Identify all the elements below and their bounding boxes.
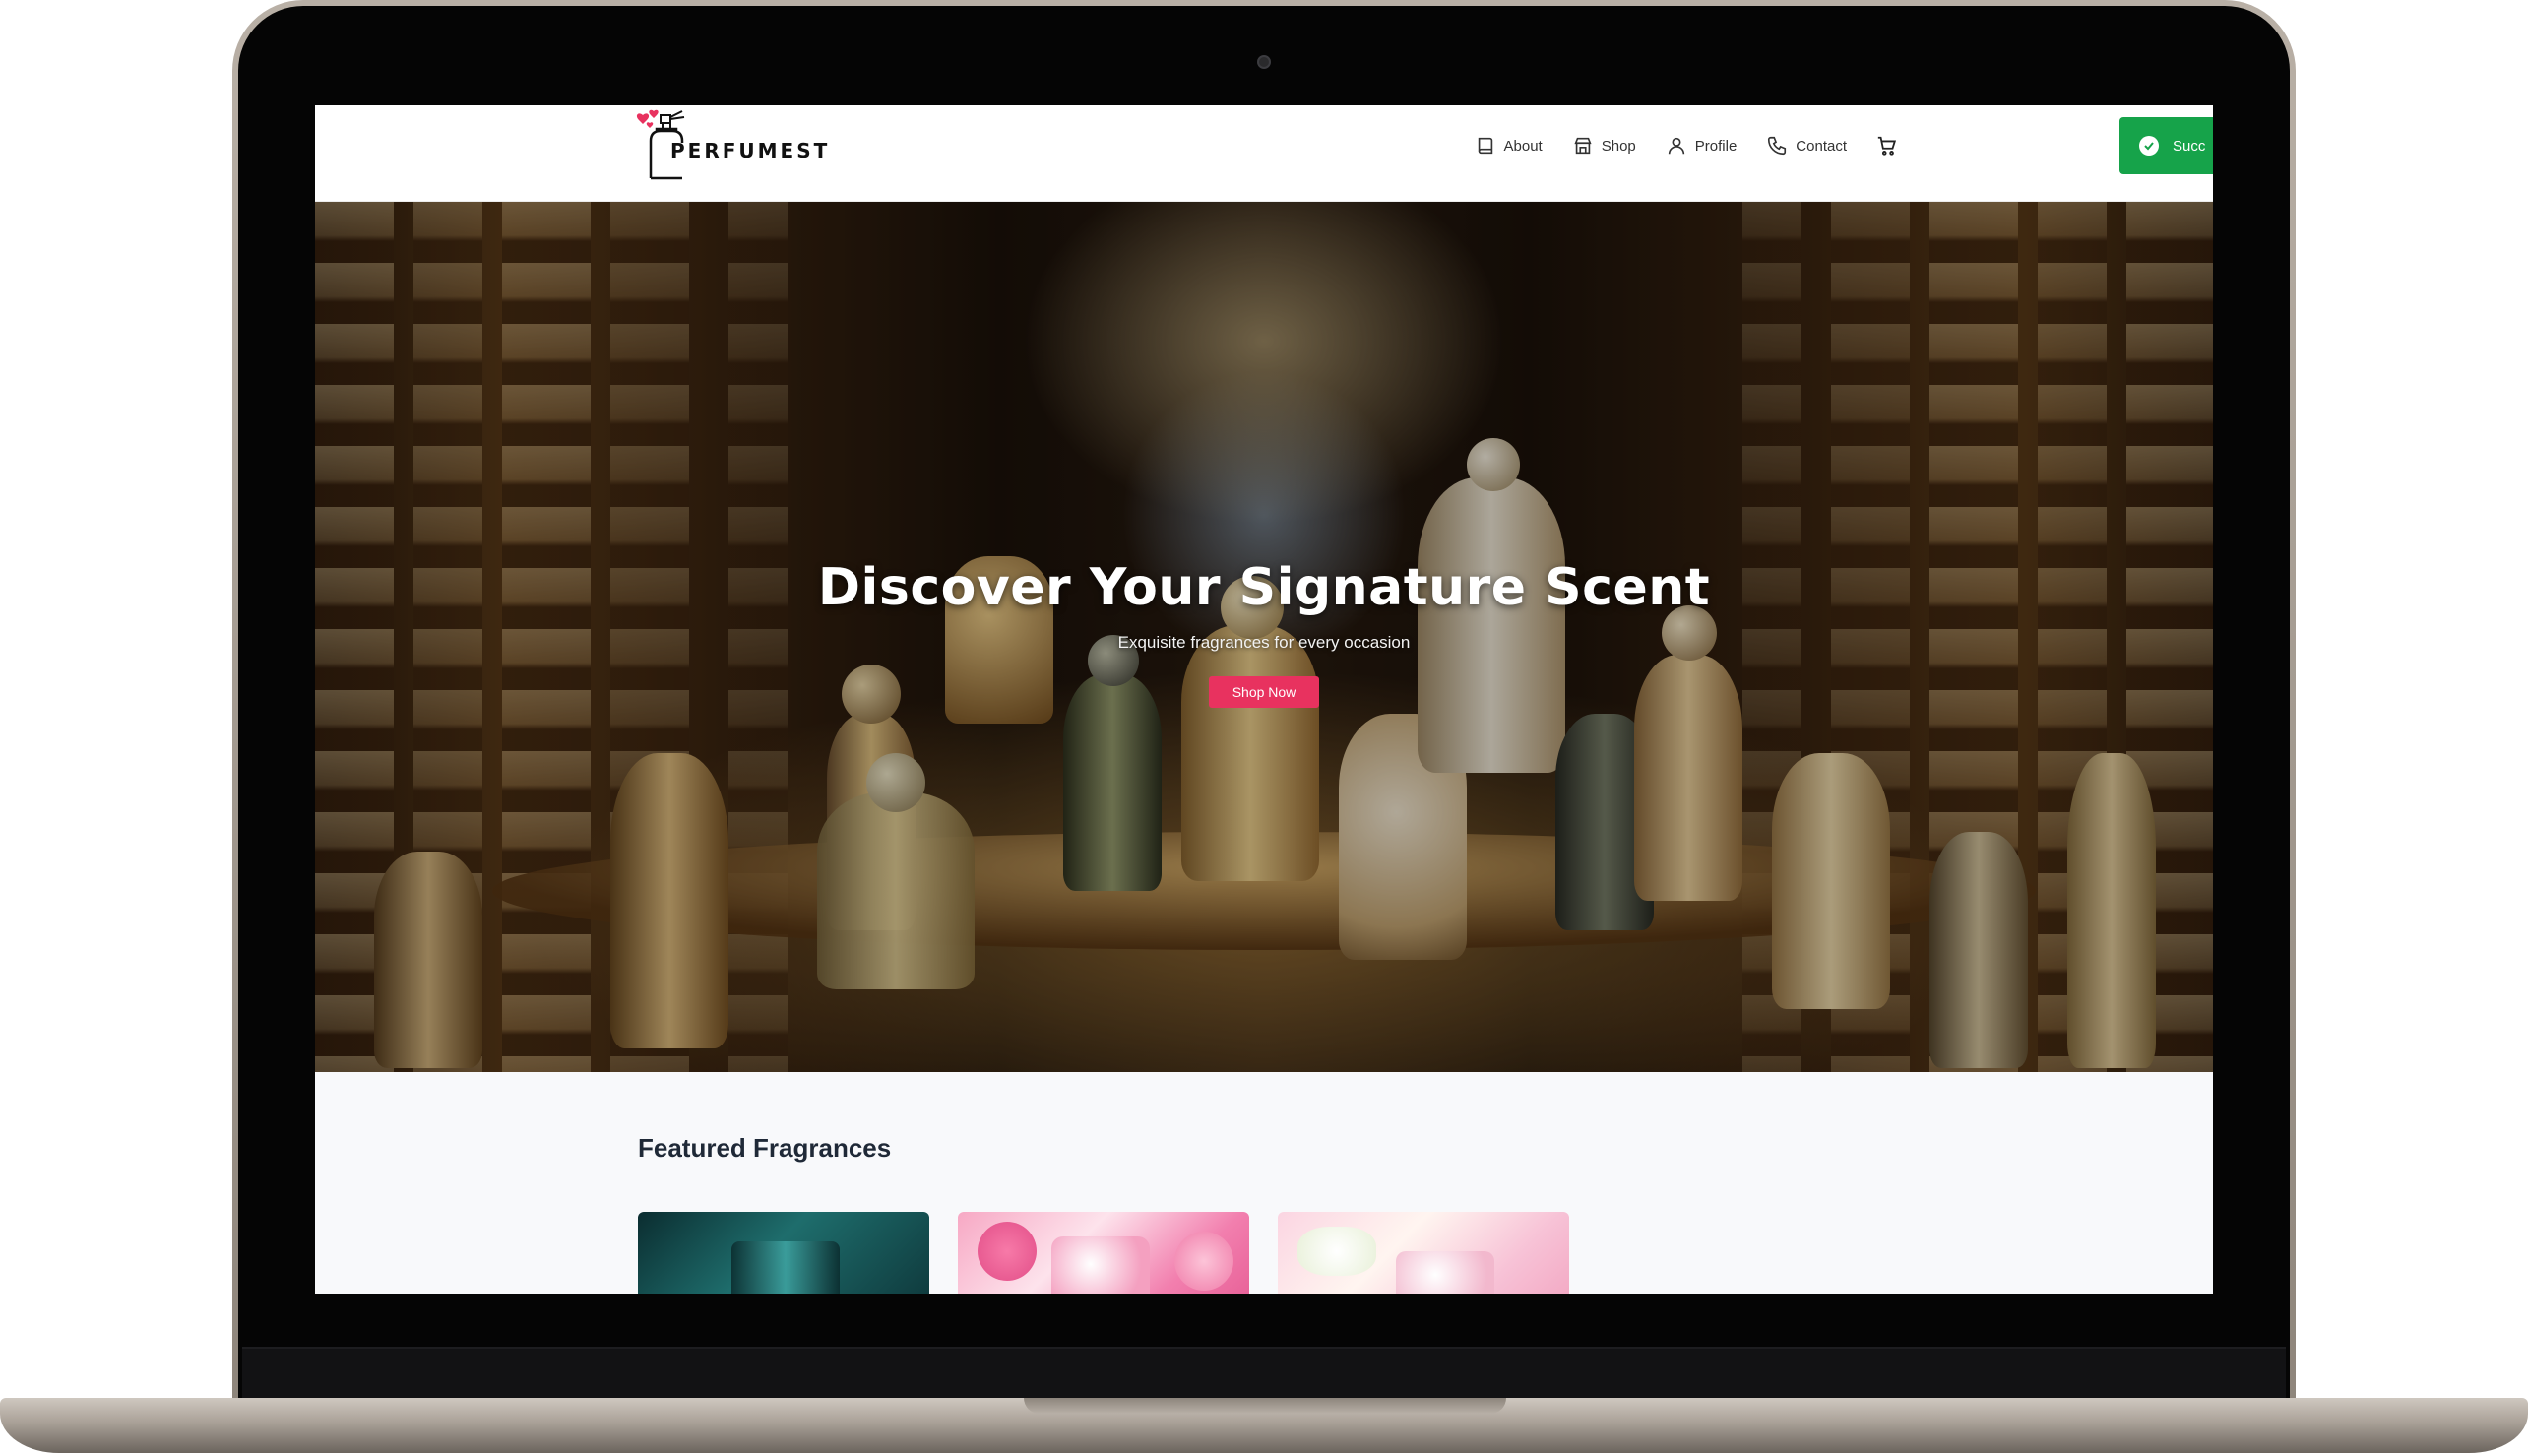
featured-section: Featured Fragrances [315, 1072, 2213, 1294]
product-card[interactable] [638, 1212, 929, 1294]
nav-about-label: About [1503, 137, 1543, 155]
nav-profile[interactable]: Profile [1666, 135, 1738, 157]
laptop-chin [242, 1347, 2286, 1404]
check-circle-icon [2139, 136, 2159, 156]
cart-button[interactable] [1876, 135, 1898, 157]
hero-subtitle: Exquisite fragrances for every occasion [1117, 633, 1411, 652]
product-image [1396, 1251, 1494, 1294]
site-header: PERFUMEST About Shop Profile Contact Suc… [315, 105, 2213, 202]
user-icon [1668, 137, 1684, 155]
hero-banner: Discover Your Signature Scent Exquisite … [315, 202, 2213, 1072]
store-icon [1574, 137, 1592, 155]
brand-logo[interactable]: PERFUMEST [635, 105, 861, 184]
nav-shop[interactable]: Shop [1572, 135, 1636, 157]
phone-icon [1768, 136, 1787, 156]
hero-content: Discover Your Signature Scent Exquisite … [315, 558, 2213, 708]
hero-title: Discover Your Signature Scent [817, 558, 1711, 617]
nav-profile-label: Profile [1694, 137, 1738, 155]
nav-contact[interactable]: Contact [1766, 135, 1847, 157]
product-card[interactable] [1278, 1212, 1569, 1294]
success-toast[interactable]: Succ [2119, 117, 2213, 174]
browser-screen: PERFUMEST About Shop Profile Contact Suc… [315, 105, 2213, 1294]
nav-contact-label: Contact [1796, 137, 1847, 155]
featured-title: Featured Fragrances [638, 1133, 892, 1163]
product-image [731, 1241, 840, 1294]
product-card[interactable] [958, 1212, 1249, 1294]
brand-name: PERFUMEST [670, 139, 831, 162]
book-icon [1478, 137, 1492, 155]
webcam [1257, 55, 1271, 69]
shop-now-button[interactable]: Shop Now [1208, 676, 1320, 708]
toast-text: Succ [2173, 137, 2206, 155]
cart-icon [1877, 136, 1897, 156]
nav-about[interactable]: About [1475, 135, 1543, 157]
laptop-hinge-notch [1024, 1398, 1506, 1414]
nav-shop-label: Shop [1601, 137, 1636, 155]
main-nav: About Shop Profile Contact [1475, 135, 1898, 157]
product-image [1051, 1236, 1150, 1294]
